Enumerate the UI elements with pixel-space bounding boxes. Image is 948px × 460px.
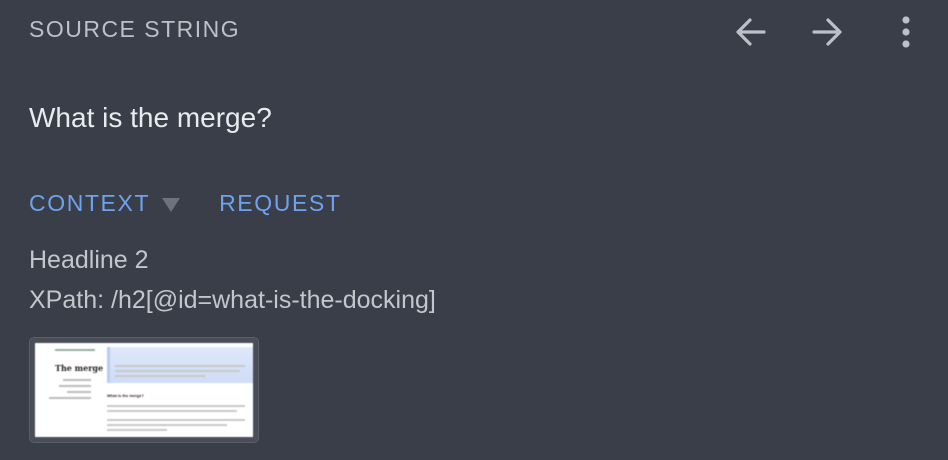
thumbnail-text-line <box>115 375 205 377</box>
thumbnail-text-line <box>107 429 167 431</box>
thumbnail-text-line <box>107 410 237 412</box>
caret-down-icon[interactable] <box>162 197 181 212</box>
thumbnail-text-line <box>115 370 240 372</box>
more-vertical-icon <box>900 14 912 50</box>
thumbnail-nav-line <box>59 385 91 387</box>
thumbnail-nav-line <box>67 391 91 393</box>
thumbnail-text-line <box>115 365 245 367</box>
more-options-button[interactable] <box>884 10 928 54</box>
source-string-panel: SOURCE STRING What is the merge? CONTEXT… <box>0 0 948 460</box>
arrow-right-icon <box>809 14 845 50</box>
source-string-text: What is the merge? <box>29 102 272 133</box>
context-tabs: CONTEXT REQUEST <box>29 190 341 217</box>
forward-button[interactable] <box>805 10 849 54</box>
thumbnail-logo <box>55 349 95 351</box>
context-screenshot-thumbnail[interactable]: The merge What is the merge? <box>29 337 259 443</box>
arrow-left-icon <box>733 14 769 50</box>
back-button[interactable] <box>729 10 773 54</box>
context-headline: Headline 2 <box>29 246 149 274</box>
thumbnail-section-title: What is the merge? <box>107 393 144 398</box>
panel-title: SOURCE STRING <box>29 16 241 42</box>
tab-context[interactable]: CONTEXT <box>29 190 150 217</box>
context-xpath: XPath: /h2[@id=what-is-the-docking] <box>29 286 436 314</box>
thumbnail-text-line <box>107 424 227 426</box>
thumbnail-preview: The merge What is the merge? <box>35 343 253 437</box>
thumbnail-nav-line <box>63 379 91 381</box>
thumbnail-text-line <box>107 419 245 421</box>
tab-request[interactable]: REQUEST <box>219 190 341 217</box>
thumbnail-page-title: The merge <box>55 363 104 373</box>
thumbnail-text-line <box>107 405 245 407</box>
thumbnail-nav-line <box>49 397 91 399</box>
